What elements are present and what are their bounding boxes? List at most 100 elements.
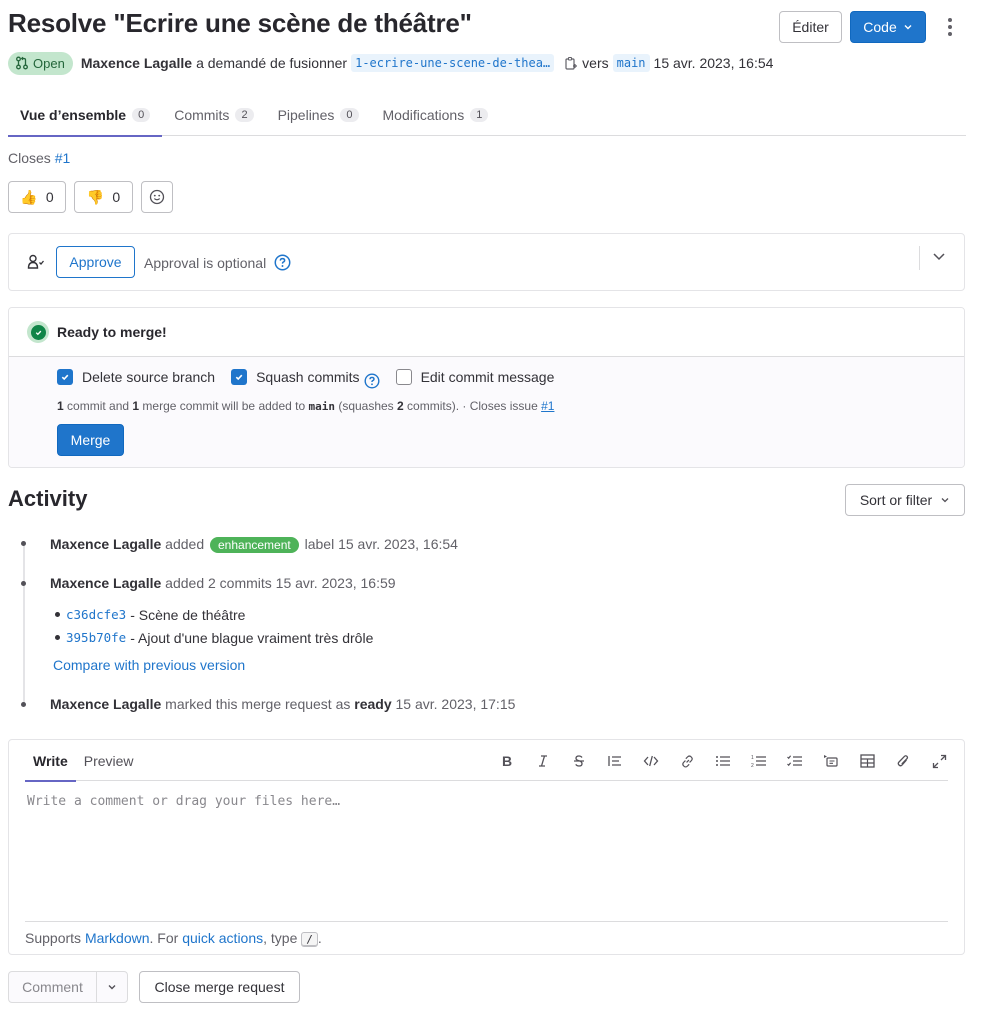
approve-button[interactable]: Approve [56, 246, 135, 278]
help-icon[interactable] [274, 254, 291, 271]
code-dropdown-button[interactable]: Code [850, 11, 926, 43]
label-badge[interactable]: enhancement [210, 537, 299, 553]
delete-source-branch-checkbox[interactable]: Delete source branch [57, 369, 215, 385]
commit-count: 1 [57, 399, 64, 413]
target-branch[interactable]: main [612, 54, 650, 72]
expand-chevron-icon[interactable] [931, 248, 947, 264]
quick-actions-link[interactable]: quick actions [182, 930, 263, 946]
comment-options-dropdown[interactable] [97, 972, 127, 1002]
author-name[interactable]: Maxence Lagalle [50, 536, 161, 552]
footer-text: Supports [25, 930, 82, 946]
merge-widget: Ready to merge! Delete source branch Squ… [8, 307, 965, 468]
edit-button[interactable]: Éditer [779, 11, 842, 43]
copy-branch-icon[interactable] [564, 56, 578, 71]
approval-widget: Approve Approval is optional [8, 233, 965, 291]
list-item: c36dcfe3 - Scène de théâtre [55, 603, 373, 626]
compare-previous-version-link[interactable]: Compare with previous version [53, 657, 245, 673]
activity-item: Maxence Lagalle marked this merge reques… [50, 696, 515, 712]
source-branch[interactable]: 1-ecrire-une-scene-de-thea… [351, 54, 555, 72]
commit-sha-link[interactable]: 395b70fe [66, 630, 126, 645]
italic-icon[interactable] [525, 748, 561, 774]
tab-commits[interactable]: Commits 2 [162, 94, 265, 136]
checkbox-label: Squash commits [256, 369, 360, 385]
info-text: commits). · Closes issue [403, 399, 542, 413]
footer-text: . For [149, 930, 179, 946]
timeline-line [23, 545, 25, 705]
success-status-icon [27, 321, 49, 343]
markdown-help-link[interactable]: Markdown [85, 930, 150, 946]
commit-sha-link[interactable]: c36dcfe3 [66, 607, 126, 622]
collapsible-section-icon[interactable] [813, 748, 849, 774]
approval-user-icon [27, 254, 44, 269]
add-reaction-button[interactable] [141, 181, 173, 213]
target-branch-code: main [308, 400, 335, 413]
close-merge-request-button[interactable]: Close merge request [139, 971, 300, 1003]
tab-changes[interactable]: Modifications 1 [371, 94, 501, 136]
sort-filter-button[interactable]: Sort or filter [845, 484, 965, 516]
fullscreen-icon[interactable] [921, 748, 957, 774]
link-icon[interactable] [669, 748, 705, 774]
bold-icon[interactable]: B [489, 748, 525, 774]
approval-status-text: Approval is optional [144, 254, 267, 271]
thumbs-up-count: 0 [45, 189, 54, 205]
checkbox-checked[interactable] [231, 369, 248, 385]
squashed-count: 2 [397, 399, 404, 413]
more-actions-icon[interactable] [940, 14, 960, 40]
list-item: 395b70fe - Ajout d'une blague vraiment tr… [55, 626, 373, 649]
checkbox-unchecked[interactable] [395, 369, 412, 385]
squash-commits-checkbox[interactable]: Squash commits [231, 369, 380, 389]
merge-info-text: 1 commit and 1 merge commit will be adde… [57, 399, 554, 413]
svg-text:2: 2 [751, 763, 754, 768]
tab-pipelines[interactable]: Pipelines 0 [266, 94, 371, 136]
checkbox-checked[interactable] [57, 369, 73, 385]
squash-help-icon[interactable] [364, 373, 380, 389]
comment-button[interactable]: Comment [9, 972, 97, 1002]
strikethrough-icon[interactable] [561, 748, 597, 774]
quote-icon[interactable] [597, 748, 633, 774]
merge-status-text: Ready to merge! [57, 324, 167, 340]
activity-item: Maxence Lagalle added enhancement label … [50, 536, 458, 553]
thumbs-down-icon: 👎 [86, 188, 105, 205]
activity-text: marked this merge request as [165, 696, 351, 712]
tab-label: Pipelines [277, 107, 335, 123]
activity-status: ready [354, 696, 392, 712]
attach-file-icon[interactable] [885, 748, 921, 774]
chevron-down-icon [108, 985, 116, 990]
thumbs-down-count: 0 [112, 189, 121, 205]
edit-commit-message-checkbox[interactable]: Edit commit message [395, 369, 554, 385]
tab-overview[interactable]: Vue d’ensemble 0 [8, 94, 163, 137]
divider [919, 246, 920, 270]
commit-list: c36dcfe3 - Scène de théâtre 395b70fe - Ajo… [55, 603, 373, 649]
tab-write[interactable]: Write [25, 740, 76, 782]
comment-split-button: Comment [8, 971, 128, 1003]
footer-text: . [317, 930, 322, 946]
author-name[interactable]: Maxence Lagalle [50, 696, 161, 712]
merge-request-icon [16, 56, 28, 70]
tab-preview[interactable]: Preview [76, 740, 142, 781]
numbered-list-icon[interactable]: 12 [741, 748, 777, 774]
issue-link[interactable]: #1 [55, 150, 71, 166]
activity-item: Maxence Lagalle added 2 commits 15 avr. … [50, 575, 396, 591]
activity-text: added [165, 536, 205, 552]
chevron-down-icon [941, 498, 949, 503]
checkbox-label: Delete source branch [82, 369, 216, 385]
thumbs-up-button[interactable]: 👍 0 [8, 181, 66, 213]
merge-request-meta: Open Maxence Lagalle a demandé de fusion… [8, 51, 773, 75]
timeline-dot [21, 581, 26, 586]
closes-issue-link[interactable]: #1 [541, 399, 554, 413]
to-text: vers [582, 55, 609, 71]
merge-button[interactable]: Merge [57, 424, 124, 456]
comment-input[interactable] [25, 782, 948, 920]
thumbs-down-button[interactable]: 👎 0 [74, 181, 133, 213]
merge-request-tabs: Vue d’ensemble 0 Commits 2 Pipelines 0 Modi… [8, 94, 966, 137]
tab-count: 1 [470, 108, 489, 122]
author-name[interactable]: Maxence Lagalle [50, 575, 161, 591]
code-icon[interactable] [633, 748, 669, 774]
task-list-icon[interactable] [777, 748, 813, 774]
tab-count: 2 [235, 108, 254, 122]
svg-text:1: 1 [751, 755, 754, 761]
table-icon[interactable] [849, 748, 885, 774]
bullet-list-icon[interactable] [705, 748, 741, 774]
svg-text:B: B [502, 754, 512, 768]
author-name[interactable]: Maxence Lagalle [81, 55, 192, 71]
